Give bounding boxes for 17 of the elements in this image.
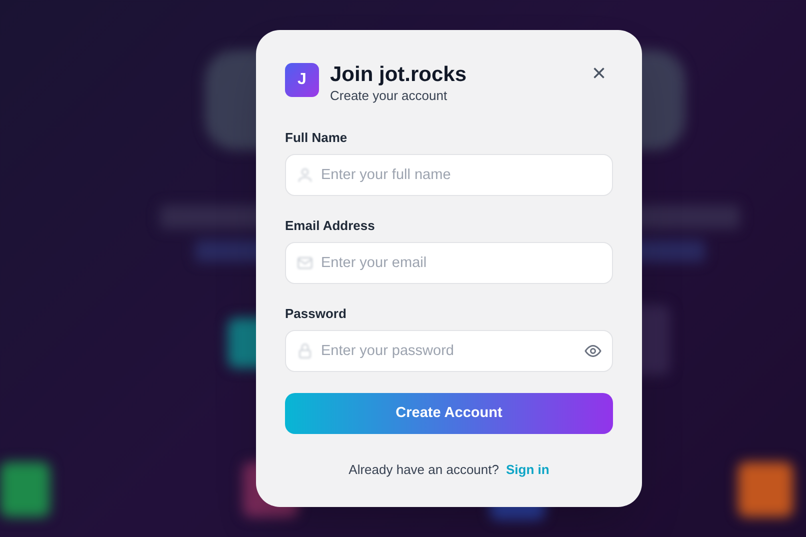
person-icon [296, 166, 314, 184]
field-label: Password [285, 306, 348, 322]
sign-in-link[interactable]: Sign in [506, 460, 550, 480]
field-label: Full Name [285, 130, 348, 146]
eye-icon[interactable] [584, 342, 602, 360]
password-field[interactable]: Enter your password [285, 330, 613, 372]
dialog-subtitle: Create your account [330, 88, 448, 104]
account-prompt: Already have an account? [348, 461, 499, 479]
close-button[interactable]: × [589, 64, 609, 84]
logo-badge: J [285, 63, 319, 97]
email-field[interactable]: Enter your email [285, 242, 613, 284]
lock-icon [296, 342, 314, 360]
field-label: Email Address [285, 218, 376, 234]
name-field[interactable]: Enter your full name [285, 154, 613, 196]
create-account-button[interactable]: Create Account [285, 393, 613, 434]
dialog-title: Join jot.rocks [330, 62, 467, 88]
mail-icon [296, 254, 314, 272]
